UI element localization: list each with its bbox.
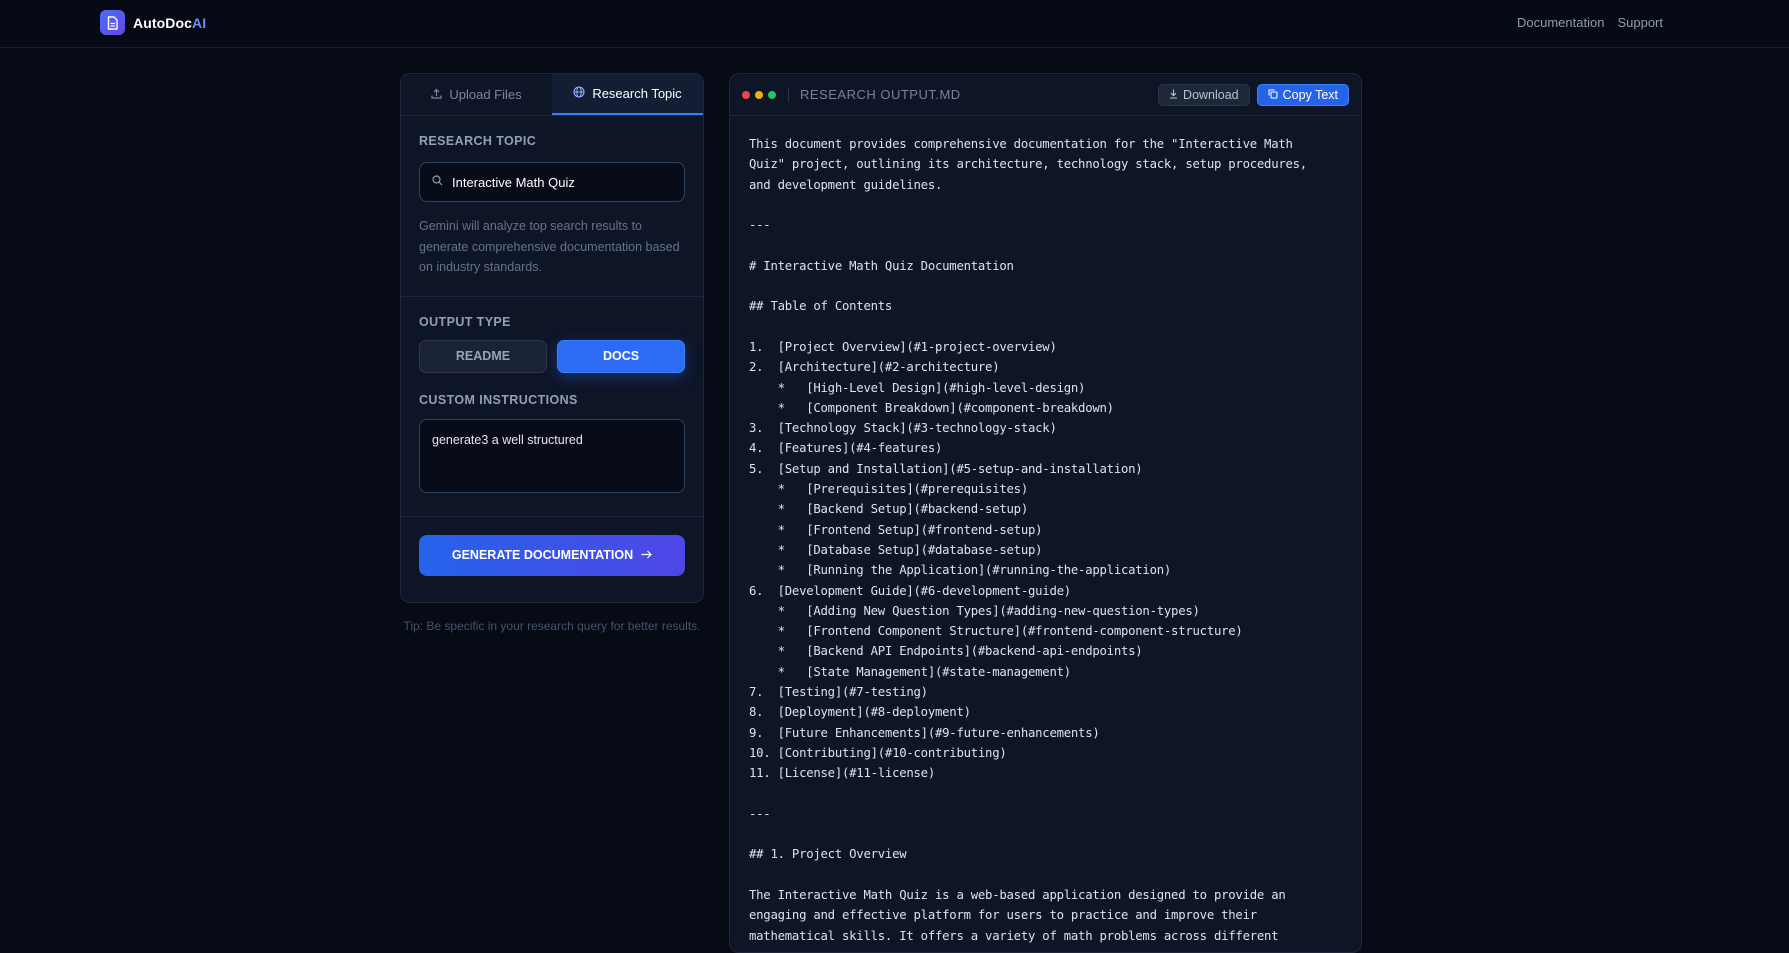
tab-research-topic[interactable]: Research Topic <box>552 74 703 115</box>
nav-link-documentation[interactable]: Documentation <box>1517 15 1604 30</box>
markdown-output: This document provides comprehensive doc… <box>749 137 1307 943</box>
source-tabs: Upload Files Research Topic <box>401 74 703 116</box>
research-topic-field[interactable] <box>419 162 685 202</box>
output-file-name: RESEARCH OUTPUT.MD <box>800 87 961 102</box>
top-nav: Documentation Support <box>1517 15 1663 30</box>
research-topic-label: RESEARCH TOPIC <box>419 134 537 148</box>
window-dot-green <box>768 90 776 99</box>
tip-text: Tip: Be specific in your research query … <box>403 619 701 633</box>
research-topic-input[interactable] <box>452 174 672 190</box>
custom-instructions-textarea[interactable]: generate3 a well structured <box>419 418 685 493</box>
output-type-docs-button[interactable]: DOCS <box>557 339 685 373</box>
copy-text-button[interactable]: Copy Text <box>1256 84 1349 106</box>
output-header: RESEARCH OUTPUT.MD Download Copy Text <box>730 74 1361 116</box>
document-icon <box>100 10 125 35</box>
generate-documentation-label: GENERATE DOCUMENTATION <box>451 548 634 562</box>
window-dot-yellow <box>755 90 763 99</box>
brand[interactable]: AutoDocAI <box>100 10 206 35</box>
upload-icon <box>431 87 442 102</box>
research-topic-section: RESEARCH TOPIC Gemini will analyze top s… <box>401 116 703 278</box>
output-type-label: OUTPUT TYPE <box>419 314 511 329</box>
window-dots <box>742 90 776 99</box>
header-separator <box>788 87 789 102</box>
nav-link-support[interactable]: Support <box>1617 15 1663 30</box>
brand-name: AutoDocAI <box>133 15 206 31</box>
output-type-toggle: README DOCS <box>419 339 685 373</box>
search-icon <box>432 173 443 191</box>
top-nav-bar: AutoDocAI Documentation Support <box>0 0 1789 48</box>
generate-documentation-button[interactable]: GENERATE DOCUMENTATION <box>419 534 685 576</box>
output-type-section: OUTPUT TYPE README DOCS <box>401 297 703 373</box>
download-label: Download <box>1183 88 1239 102</box>
download-button[interactable]: Download <box>1158 84 1250 106</box>
arrow-right-icon <box>641 548 652 562</box>
globe-icon <box>573 86 585 101</box>
research-topic-help: Gemini will analyze top search results t… <box>419 219 680 274</box>
output-actions: Download Copy Text <box>1158 84 1349 106</box>
brand-name-accent: AI <box>192 14 207 31</box>
input-panel: Upload Files Research Topic RESEARCH TOP… <box>400 73 704 603</box>
tab-upload-files[interactable]: Upload Files <box>401 74 552 115</box>
custom-instructions-section: CUSTOM INSTRUCTIONS generate3 a well str… <box>401 373 703 498</box>
output-panel: RESEARCH OUTPUT.MD Download Copy Text Th… <box>729 73 1362 953</box>
tab-research-topic-label: Research Topic <box>592 86 682 101</box>
custom-instructions-label: CUSTOM INSTRUCTIONS <box>419 392 578 407</box>
copy-icon <box>1268 88 1278 102</box>
output-type-readme-button[interactable]: README <box>419 339 547 373</box>
download-icon <box>1169 88 1178 102</box>
window-dot-red <box>742 90 750 99</box>
copy-text-label: Copy Text <box>1282 88 1338 102</box>
brand-name-main: AutoDoc <box>133 14 193 31</box>
generate-section: GENERATE DOCUMENTATION <box>401 517 703 576</box>
tab-upload-files-label: Upload Files <box>449 87 522 102</box>
